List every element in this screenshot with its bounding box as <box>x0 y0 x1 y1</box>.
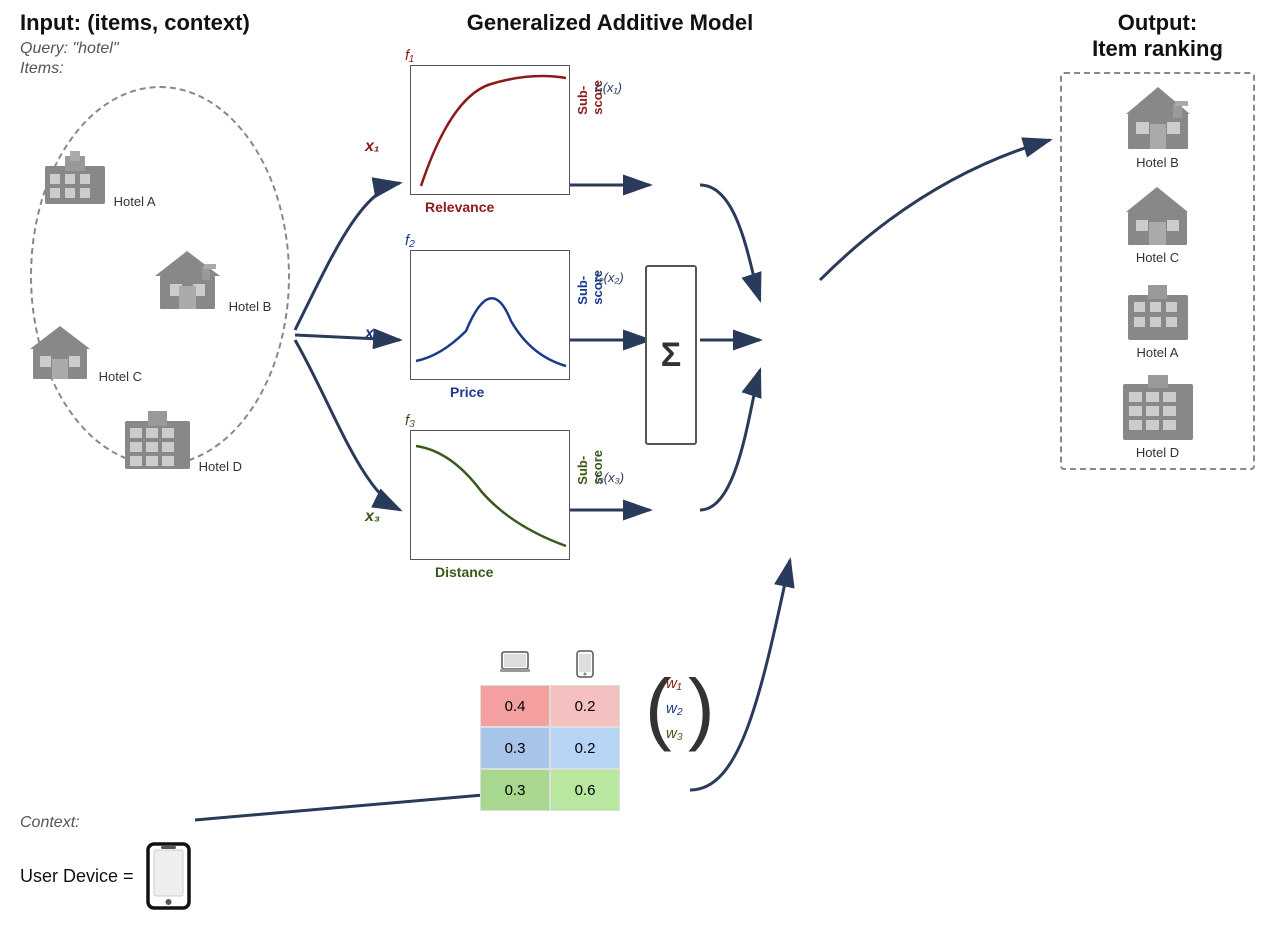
x3-label: x₃ <box>365 508 380 526</box>
output-hotel-b-icon <box>1118 82 1198 152</box>
hotel-c-icon <box>25 321 95 381</box>
output-hotel-b: Hotel B <box>1118 82 1198 170</box>
hotel-b-label: Hotel B <box>229 299 272 314</box>
gam-section: Generalized Additive Model f₁ Relevance … <box>350 10 870 51</box>
matrix-row-2: 0.3 0.2 <box>410 727 620 769</box>
hotel-d-label: Hotel D <box>199 459 242 474</box>
cell-w3-phone: 0.6 <box>550 769 620 811</box>
input-section: Input: (items, context) Query: "hotel" I… <box>20 10 340 476</box>
hotel-a-icon <box>40 146 110 206</box>
output-hotel-c-label: Hotel C <box>1120 250 1195 265</box>
laptop-icon <box>500 650 530 672</box>
weight-matrix: 0.4 0.2 0.3 0.2 0.3 <box>410 650 620 811</box>
output-hotel-d: Hotel D <box>1118 372 1198 460</box>
f1-label: f₁ <box>405 47 414 64</box>
matrix-row-1: 0.4 0.2 <box>410 685 620 727</box>
output-ranked-list: Hotel B Hotel C <box>1060 72 1255 470</box>
graph-f2 <box>410 250 570 380</box>
user-device-text: User Device = <box>20 866 134 887</box>
price-label: Price <box>450 384 484 400</box>
hotel-d-item: Hotel D <box>120 406 242 474</box>
hotel-a-item: Hotel A <box>40 146 156 209</box>
output-hotel-a: Hotel A <box>1120 277 1195 360</box>
x2-label: x₂ <box>365 325 380 343</box>
w2-label: w₂ <box>666 700 683 717</box>
output-section: Output: Item ranking Hotel B <box>1060 10 1255 470</box>
matrix-row-3: 0.3 0.6 <box>410 769 620 811</box>
items-text: Items: <box>20 60 340 78</box>
output-title: Output: <box>1060 10 1255 36</box>
context-section: Context: User Device = <box>20 814 340 910</box>
hotel-c-item: Hotel C <box>25 321 142 384</box>
hotel-c-label: Hotel C <box>99 369 142 384</box>
f3-curve-svg <box>411 431 570 560</box>
graph-f1 <box>410 65 570 195</box>
hotel-b-item: Hotel B <box>150 246 271 314</box>
distance-label: Distance <box>435 564 493 580</box>
cell-w1-phone: 0.2 <box>550 685 620 727</box>
output-subtitle: Item ranking <box>1060 36 1255 62</box>
gam-title: Generalized Additive Model <box>350 10 870 36</box>
output-hotel-b-label: Hotel B <box>1118 155 1198 170</box>
phone-small-icon <box>576 650 594 678</box>
cell-w3-laptop: 0.3 <box>480 769 550 811</box>
hotel-a-label: Hotel A <box>114 194 156 209</box>
f2x2-label: f₂(x₂) <box>595 270 624 285</box>
output-hotel-d-label: Hotel D <box>1118 445 1198 460</box>
context-label: Context: <box>20 814 340 832</box>
f2-curve-svg <box>411 251 570 380</box>
ellipse-container: Hotel A Hotel B <box>20 86 310 476</box>
output-hotel-d-icon <box>1118 372 1198 442</box>
graph-f3 <box>410 430 570 560</box>
cell-w2-phone: 0.2 <box>550 727 620 769</box>
output-hotel-c: Hotel C <box>1120 182 1195 265</box>
sigma-box: Σ <box>645 265 697 445</box>
f2-label: f₂ <box>405 232 415 249</box>
w1-label: w₁ <box>666 675 683 692</box>
output-hotel-a-icon <box>1120 277 1195 342</box>
graph-f3-container: f₃ Distance <box>410 430 570 560</box>
weight-vector-close: ) <box>688 668 715 748</box>
f1-curve-svg <box>411 66 570 195</box>
f3x3-label: f₃(x₃) <box>595 470 624 485</box>
graph-f1-container: f₁ Relevance <box>410 65 570 195</box>
laptop-header <box>480 650 550 683</box>
hotel-d-icon <box>120 406 195 471</box>
cell-w2-laptop: 0.3 <box>480 727 550 769</box>
f3-label: f₃ <box>405 412 415 429</box>
weight-vector-labels: w₁ w₂ w₃ <box>666 675 683 742</box>
f1x1-label: f₁(x₁) <box>595 80 622 95</box>
phone-header <box>550 650 620 683</box>
user-device-row: User Device = <box>20 842 340 910</box>
main-container: Input: (items, context) Query: "hotel" I… <box>0 0 1270 940</box>
output-hotel-c-icon <box>1120 182 1195 247</box>
x1-label: x₁ <box>365 138 380 156</box>
user-device-phone-icon <box>146 842 191 910</box>
w3-label: w₃ <box>666 725 683 742</box>
input-title: Input: (items, context) <box>20 10 340 36</box>
hotel-b-icon <box>150 246 225 311</box>
graph-f2-container: f₂ Price <box>410 250 570 380</box>
output-hotel-a-label: Hotel A <box>1120 345 1195 360</box>
cell-w1-laptop: 0.4 <box>480 685 550 727</box>
relevance-label: Relevance <box>425 199 494 215</box>
query-text: Query: "hotel" <box>20 40 340 58</box>
